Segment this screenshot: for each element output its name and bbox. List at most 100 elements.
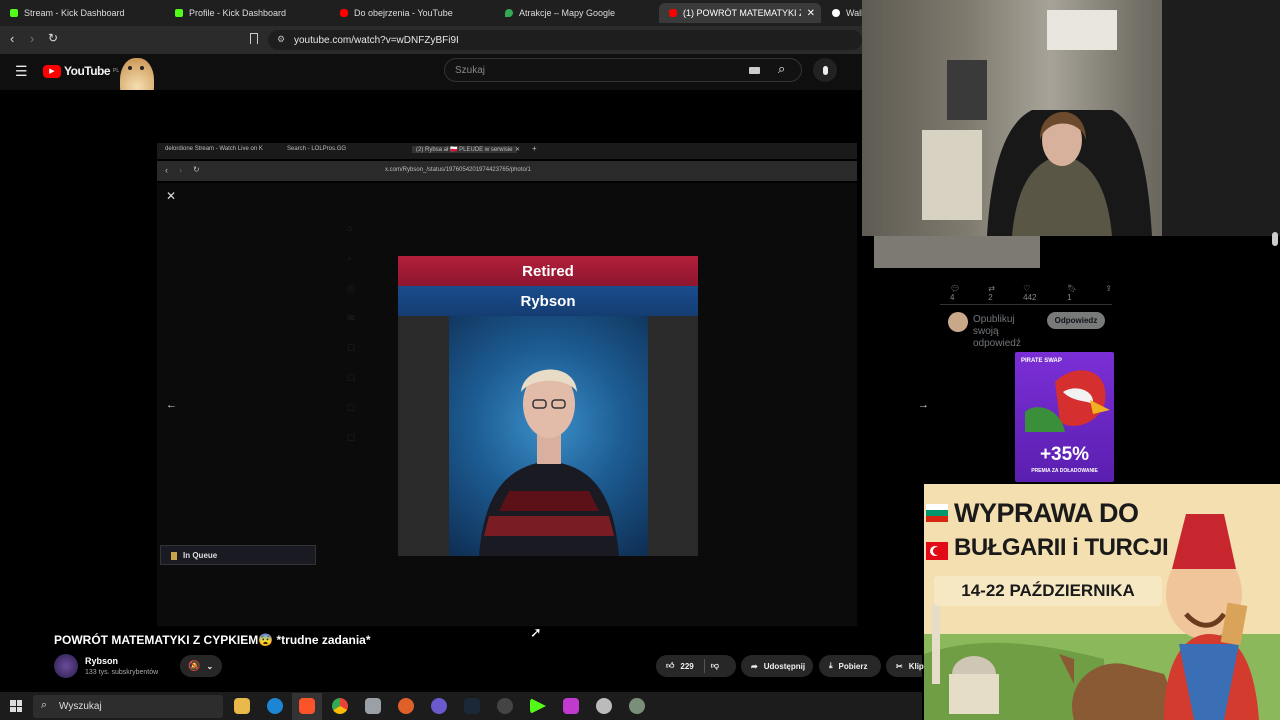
youtube-logo[interactable]: ▶ YouTube PL — [43, 64, 119, 78]
inner-close-tab-icon: ✕ — [515, 147, 521, 153]
windows-start-icon[interactable] — [10, 700, 22, 712]
webcam-scene-image — [862, 0, 1280, 236]
app-orange-icon[interactable] — [398, 698, 414, 714]
trip-banner: WYPRAWA DO BUŁGARII i TURCJI 14-22 PAŹDZ… — [924, 484, 1280, 720]
close-tab-icon[interactable]: ✕ — [807, 8, 815, 19]
reply-prompt[interactable]: Opublikuj swoją odpowiedź — [973, 314, 1021, 350]
tab-kick-profile[interactable]: Profile - Kick Dashboard — [165, 3, 330, 23]
clip-button[interactable]: ✂ Klip — [886, 655, 924, 677]
voice-search-button[interactable] — [813, 58, 837, 82]
channel-avatar[interactable] — [54, 654, 78, 678]
chrome-icon[interactable] — [332, 698, 348, 714]
bookmark-action[interactable]: 🔖︎ 1 — [1067, 284, 1083, 302]
app-purple-icon[interactable] — [431, 698, 447, 714]
app-green-icon[interactable] — [629, 698, 645, 714]
app-icon[interactable] — [365, 698, 381, 714]
tiktok-icon — [832, 9, 840, 17]
inner-tab-bar: delordione Stream - Watch Live on K Sear… — [157, 143, 857, 159]
forward-icon[interactable]: › — [30, 31, 34, 46]
edge-icon[interactable] — [267, 698, 283, 714]
dislike-button[interactable]: 👎︎ — [711, 661, 719, 671]
like-action[interactable]: ♡ 442 — [1023, 284, 1045, 302]
parrot-mascot-image — [1025, 370, 1110, 432]
user-avatar — [948, 312, 968, 332]
download-icon: ⤓ — [829, 661, 833, 670]
close-photo-icon: ✕ — [166, 189, 177, 203]
inner-address-bar: ‹ › ↻ x.com/Rybson_/status/1976054201974… — [157, 161, 857, 181]
lol-icon — [171, 552, 177, 560]
reload-icon[interactable]: ↻ — [48, 31, 58, 45]
reply-button[interactable]: Odpowiedz — [1047, 312, 1105, 329]
banner-dates: 14-22 PAŹDZIERNIKA — [934, 576, 1162, 606]
bookmark-icon[interactable] — [250, 33, 258, 44]
lol-queue-status: In Queue — [160, 545, 316, 565]
site-info-icon[interactable]: ⚙ — [277, 34, 285, 45]
browser-tab-bar: Stream - Kick Dashboard Profile - Kick D… — [0, 0, 862, 26]
player-figure-image — [479, 369, 619, 556]
tab-youtube-video[interactable]: (1) POWRÓT MATEMATYKI Z CYPKIEM✕ — [659, 3, 821, 23]
pirateswap-ad: PIRATE SWAP +35% PREMIA ZA DOŁADOWANIE — [1015, 352, 1114, 482]
bell-off-icon: 🔕 — [188, 660, 201, 672]
maps-pin-icon — [505, 9, 513, 17]
video-title: POWRÓT MATEMATYKI Z CYPKIEM😨 *trudne zad… — [54, 633, 371, 647]
brave-icon[interactable] — [299, 698, 315, 714]
scrollbar-thumb[interactable] — [1272, 232, 1278, 246]
webcam-lower-strip — [874, 236, 1040, 268]
tab-youtube-watchlater[interactable]: Do obejrzenia - YouTube — [330, 3, 495, 23]
thumbs-up-icon: 👍︎ — [666, 661, 675, 670]
banner-line-1: WYPRAWA DO — [954, 498, 1139, 528]
microphone-icon — [822, 65, 828, 75]
search-icon[interactable]: ⌕ — [778, 61, 785, 77]
youtube-icon — [340, 9, 348, 17]
app-pink-icon[interactable] — [563, 698, 579, 714]
thumbs-down-icon: 👎︎ — [710, 661, 719, 670]
share-icon: ➦ — [751, 661, 758, 671]
inner-reload-icon: ↻ — [193, 165, 200, 174]
file-explorer-icon[interactable] — [234, 698, 250, 714]
taskbar-search-input[interactable]: ⌕ Wyszukaj — [33, 695, 223, 718]
tab-tiktok[interactable]: Walk — [822, 3, 862, 23]
notifications-button[interactable]: 🔕 ⌄ — [180, 655, 222, 677]
retweet-action[interactable]: ⇄ 2 — [988, 284, 1001, 302]
bookmark-icon: 🔖︎ — [1067, 284, 1078, 293]
keyboard-icon[interactable] — [749, 67, 760, 74]
card-status-label: Retired — [398, 256, 698, 286]
menu-icon[interactable]: ☰ — [15, 63, 28, 80]
player-photo — [449, 316, 648, 556]
youtube-play-icon: ▶ — [43, 64, 61, 78]
reply-action[interactable]: 💬︎ 4 — [950, 284, 966, 302]
kick-icon — [175, 9, 183, 17]
inner-forward-icon: › — [179, 165, 182, 175]
webcam-feed — [862, 0, 1280, 236]
heart-icon: ♡ — [1023, 284, 1031, 293]
scissors-icon: ✂ — [896, 661, 903, 671]
app-grey-icon[interactable] — [596, 698, 612, 714]
card-player-name: Rybson — [398, 286, 698, 316]
retweet-icon: ⇄ — [988, 284, 995, 293]
inner-new-tab-icon: + — [532, 144, 537, 153]
like-dislike-group: 👍︎ 229 👎︎ — [656, 655, 736, 677]
share-button[interactable]: ➦ Udostępnij — [741, 655, 813, 677]
tab-google-maps[interactable]: Atrakcje – Mapy Google — [495, 3, 660, 23]
download-button[interactable]: ⤓ Pobierz — [819, 655, 881, 677]
kick-icon — [10, 9, 18, 17]
url-field[interactable]: ⚙ youtube.com/watch?v=wDNFZyBFi9I — [268, 30, 862, 50]
tweet-action-bar: 💬︎ 4 ⇄ 2 ♡ 442 🔖︎ 1 ⇪ — [950, 284, 1112, 302]
like-button[interactable]: 👍︎ 229 — [666, 661, 694, 671]
youtube-icon — [669, 9, 677, 17]
next-photo-icon: → — [918, 399, 929, 411]
chevron-down-icon: ⌄ — [206, 661, 214, 671]
subscriber-count: 133 tys. subskrybentów — [85, 669, 159, 676]
inner-back-icon: ‹ — [165, 165, 168, 175]
obs-icon[interactable] — [497, 698, 513, 714]
back-icon[interactable]: ‹ — [10, 31, 14, 46]
search-input[interactable]: Szukaj — [444, 58, 802, 82]
previous-photo-icon: ← — [166, 399, 177, 411]
banner-line-2: BUŁGARII i TURCJI — [954, 534, 1169, 561]
channel-name[interactable]: Rybson — [85, 656, 118, 666]
search-icon: ⌕ — [41, 699, 48, 711]
steam-icon[interactable] — [464, 698, 480, 714]
tab-kick-stream[interactable]: Stream - Kick Dashboard — [0, 3, 165, 23]
reply-icon: 💬︎ — [950, 284, 961, 293]
share-icon[interactable]: ⇪ — [1105, 284, 1112, 302]
